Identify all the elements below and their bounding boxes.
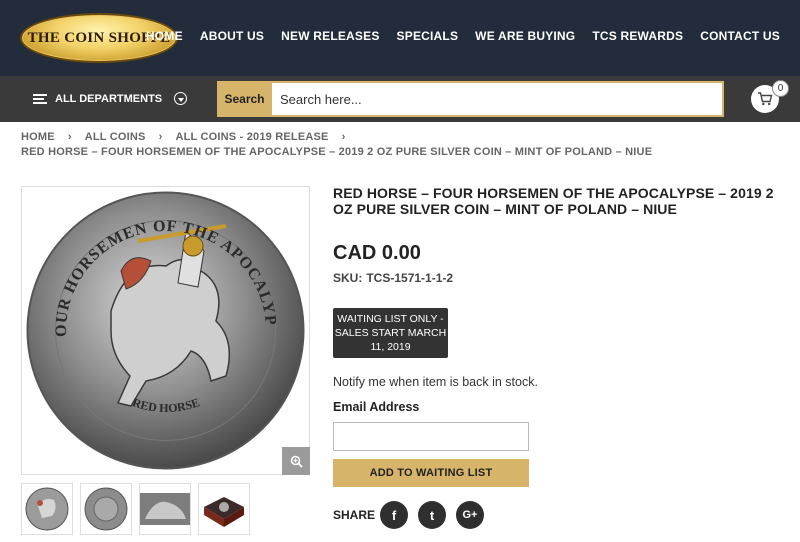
breadcrumb-separator-icon: › [158, 131, 163, 143]
nav-specials[interactable]: SPECIALS [397, 29, 459, 43]
product-price: CAD 0.00 [333, 242, 421, 264]
twitter-share-button[interactable]: t [418, 501, 446, 529]
share-label: SHARE [333, 508, 376, 522]
sku-label: SKU: [333, 271, 363, 285]
thumbnail-coin-obverse[interactable] [21, 483, 73, 535]
breadcrumb: HOME › ALL COINS › ALL COINS - 2019 RELEASE › [21, 131, 358, 143]
thumbnail-strip [21, 483, 250, 535]
nav-about-us[interactable]: ABOUT US [200, 29, 264, 43]
breadcrumb-separator-icon: › [341, 131, 346, 143]
thumbnail-image [204, 497, 244, 527]
product-sku: SKU: TCS-1571-1-1-2 [333, 271, 453, 285]
product-title: RED HORSE – FOUR HORSEMEN OF THE APOCALY… [333, 185, 774, 217]
search-input[interactable] [272, 81, 724, 117]
chevron-down-icon [174, 92, 187, 105]
all-departments-dropdown[interactable]: ALL DEPARTMENTS [21, 76, 193, 122]
facebook-icon: f [391, 507, 397, 523]
coin-image: FOUR HORSEMEN OF THE APOCALYPSE RED HORS… [26, 191, 305, 470]
zoom-in-icon [290, 455, 303, 468]
breadcrumb-2019-release[interactable]: ALL COINS - 2019 RELEASE [175, 131, 328, 143]
main-nav: HOME ABOUT US NEW RELEASES SPECIALS WE A… [129, 29, 780, 43]
breadcrumb-all-coins[interactable]: ALL COINS [85, 131, 146, 143]
thumbnail-coin-box[interactable] [198, 483, 250, 535]
waiting-list-badge: WAITING LIST ONLY - SALES START MARCH 11… [333, 308, 448, 358]
breadcrumb-home[interactable]: HOME [21, 131, 55, 143]
nav-contact-us[interactable]: CONTACT US [700, 29, 780, 43]
sku-value: TCS-1571-1-1-2 [366, 271, 454, 285]
thumbnail-image [84, 487, 128, 531]
google-plus-share-button[interactable]: G+ [456, 501, 484, 529]
add-to-waiting-list-button[interactable]: ADD TO WAITING LIST [333, 459, 529, 487]
facebook-share-button[interactable]: f [380, 501, 408, 529]
product-image-frame[interactable]: FOUR HORSEMEN OF THE APOCALYPSE RED HORS… [21, 186, 310, 475]
thumbnail-coin-detail[interactable] [139, 483, 191, 535]
search-button[interactable]: Search [217, 81, 272, 117]
thumbnail-image [140, 493, 190, 525]
hamburger-icon [33, 94, 47, 104]
twitter-icon: t [429, 507, 435, 523]
thumbnail-image [25, 487, 69, 531]
cart-count-badge: 0 [772, 80, 789, 97]
notify-text: Notify me when item is back in stock. [333, 375, 538, 389]
google-plus-icon: G+ [462, 509, 478, 521]
email-field[interactable] [333, 422, 529, 451]
nav-we-are-buying[interactable]: WE ARE BUYING [475, 29, 575, 43]
cart-icon [758, 92, 773, 106]
all-departments-label: ALL DEPARTMENTS [55, 93, 163, 105]
nav-tcs-rewards[interactable]: TCS REWARDS [592, 29, 683, 43]
email-label: Email Address [333, 400, 420, 414]
breadcrumb-separator-icon: › [67, 131, 72, 143]
breadcrumb-current: RED HORSE – FOUR HORSEMEN OF THE APOCALY… [21, 146, 653, 158]
top-header: THE COIN SHOPPE HOME ABOUT US NEW RELEAS… [0, 0, 800, 76]
nav-new-releases[interactable]: NEW RELEASES [281, 29, 379, 43]
thumbnail-coin-reverse[interactable] [80, 483, 132, 535]
nav-home[interactable]: HOME [146, 29, 183, 43]
zoom-button[interactable] [282, 447, 310, 475]
